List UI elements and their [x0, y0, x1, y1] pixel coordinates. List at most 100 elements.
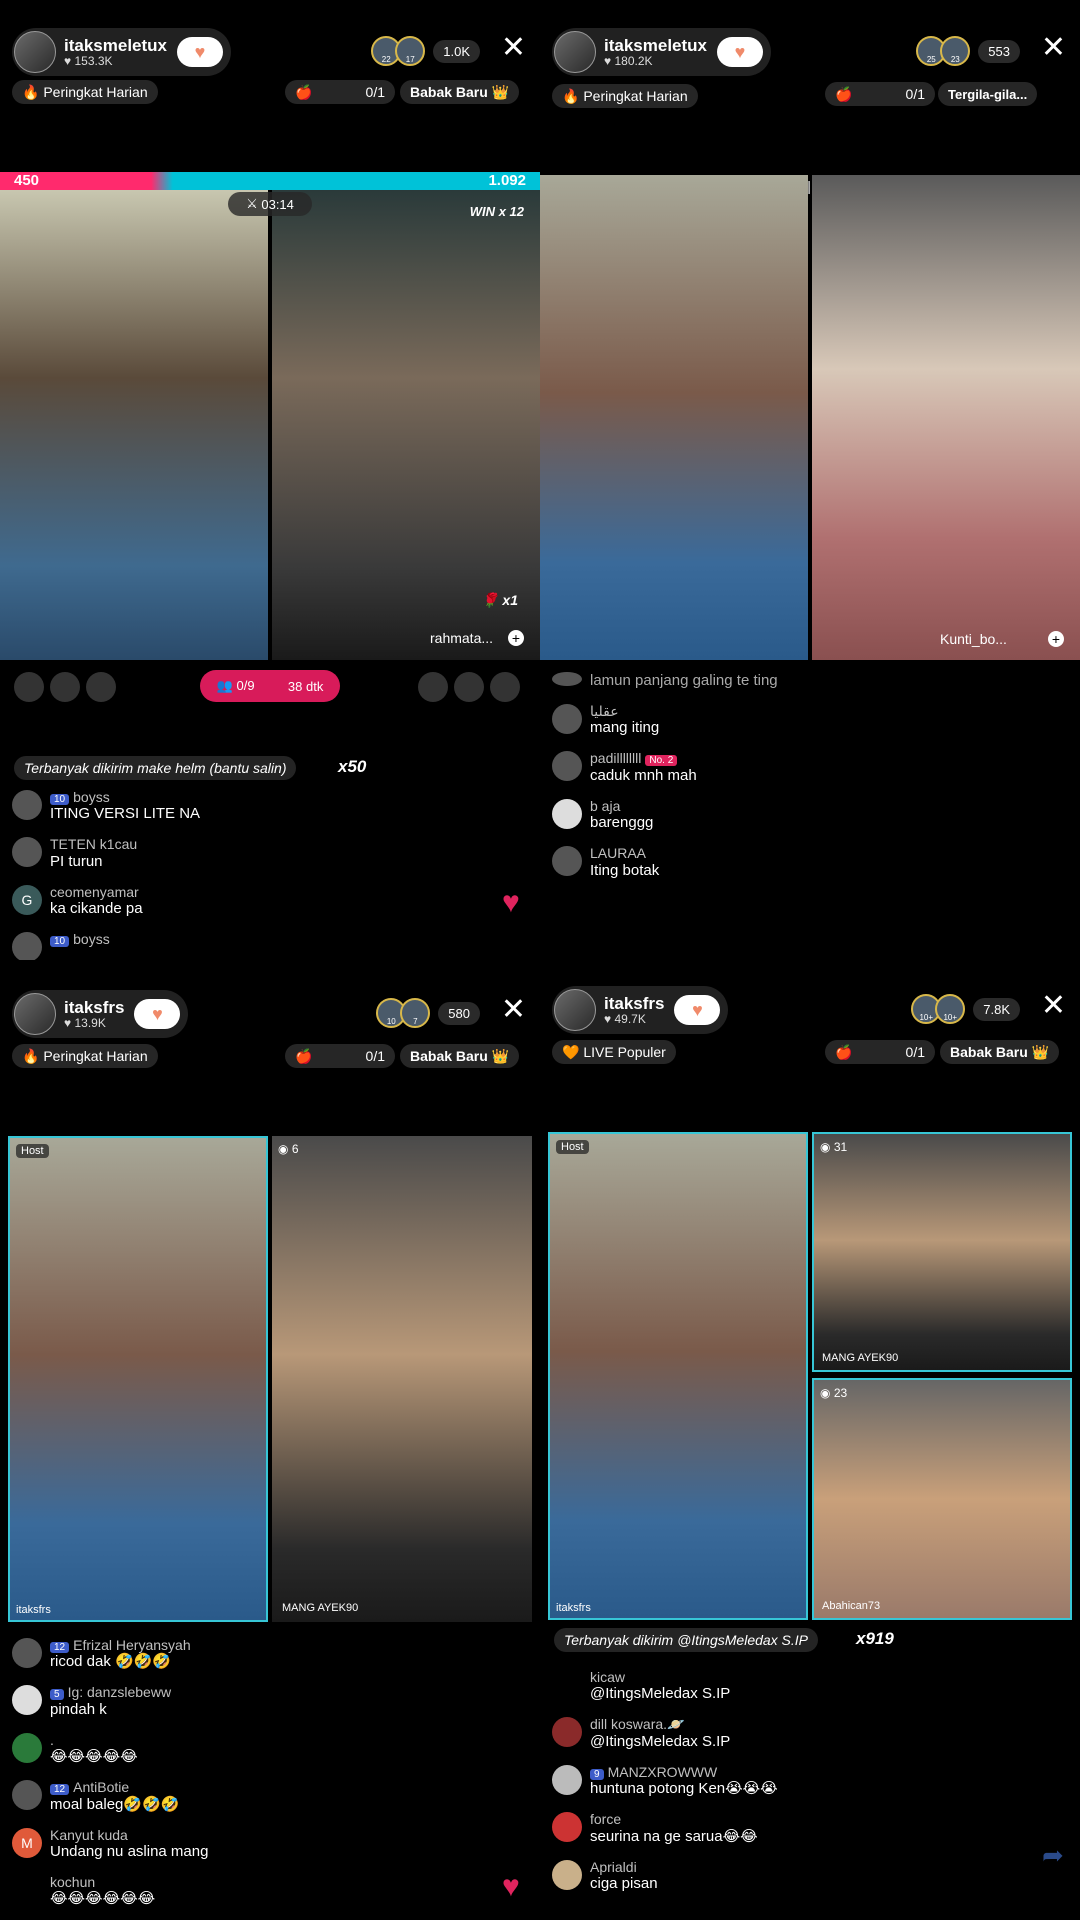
guest-video-2[interactable]: ◉ 23 Abahican73 — [812, 1378, 1072, 1620]
chat-message[interactable]: TETEN k1cau PI turun — [12, 836, 200, 870]
chat-message[interactable]: عقليا mang iting — [552, 703, 778, 737]
guests-button[interactable]: 👥 0/9 38 dtk — [200, 670, 340, 702]
plus-icon[interactable]: + — [508, 630, 524, 646]
goal-chip[interactable]: 🍎 0/1 — [285, 80, 395, 104]
guest-name[interactable]: Kunti_bo... — [940, 631, 1007, 647]
guest-video[interactable]: Kunti_bo... + — [812, 175, 1080, 660]
share-icon[interactable]: ➦ — [1042, 1840, 1064, 1871]
chat-message[interactable]: force seurina na ge sarua😂😂 — [552, 1811, 778, 1845]
top-gift-banner: Terbanyak dikirim make helm (bantu salin… — [14, 756, 297, 780]
new-round-chip[interactable]: Babak Baru 👑 — [940, 1040, 1060, 1064]
chat-message[interactable]: 12 Efrizal Heryansyah ricod dak 🤣🤣🤣 — [12, 1637, 208, 1671]
host-card[interactable]: itaksfrs ♥ 13.9K ♥ — [12, 990, 189, 1038]
chat-avatar — [12, 837, 42, 868]
chat-message[interactable]: lamun panjang galing te ting — [552, 672, 778, 690]
close-icon[interactable]: ✕ — [1041, 988, 1066, 1023]
host-card[interactable]: itaksmeletux ♥ 180.2K ♥ — [552, 28, 771, 76]
plus-icon[interactable]: + — [1048, 631, 1064, 647]
goal-chip[interactable]: 🍎 0/1 — [825, 82, 935, 106]
top-viewers[interactable]: 25 23 553 — [916, 36, 1020, 66]
score-right: 1.092 — [488, 172, 526, 189]
host-card[interactable]: itaksfrs ♥ 49.7K ♥ — [552, 986, 729, 1034]
chat-avatar — [552, 672, 582, 686]
battle-icon: ⚔ — [246, 196, 262, 211]
daily-rank-chip[interactable]: 🔥 Peringkat Harian — [552, 84, 698, 108]
new-round-chip[interactable]: Babak Baru 👑 — [400, 80, 520, 104]
battle-timer: ⚔ 03:14 — [228, 192, 312, 216]
guest-video-1[interactable]: ◉ 31 MANG AYEK90 — [812, 1132, 1072, 1372]
chat-message[interactable]: b aja barenggg — [552, 798, 778, 832]
level-badge: 12 — [50, 1642, 70, 1653]
level-badge: 12 — [50, 1784, 70, 1796]
new-round-chip[interactable]: Tergila-gila... — [938, 82, 1038, 106]
host-video[interactable]: Host itaksfrs — [548, 1132, 808, 1620]
guest-name[interactable]: rahmata... — [430, 630, 493, 646]
guest-label: MANG AYEK90 — [822, 1352, 899, 1364]
host-avatar[interactable] — [554, 989, 596, 1031]
chat-list: 12 Efrizal Heryansyah ricod dak 🤣🤣🤣 5 Ig: d… — [12, 1637, 208, 1920]
daily-rank-chip[interactable]: 🔥 Peringkat Harian — [12, 80, 158, 104]
host-video[interactable] — [0, 190, 268, 660]
guest-video[interactable]: ◉ 6 MANG AYEK90 — [272, 1136, 532, 1622]
viewer-avatar[interactable]: 17 — [395, 36, 426, 66]
host-card[interactable]: itaksmeletux ♥ 153.3K ♥ — [12, 28, 231, 76]
chat-message[interactable]: LAURAA Iting botak — [552, 845, 778, 879]
follow-button[interactable]: ♥ — [134, 999, 181, 1029]
top-viewers[interactable]: 10 7 580 — [376, 998, 480, 1028]
live-popular-chip[interactable]: 🧡 LIVE Populer — [552, 1040, 676, 1064]
follow-button[interactable]: ♥ — [177, 37, 223, 67]
heart-icon[interactable]: ♥ — [502, 886, 520, 920]
chat-message[interactable]: dill koswara.🪐 @ItingsMeledax S.IP — [552, 1716, 778, 1750]
chat-message[interactable]: Gceomenyamar ka cikande pa — [12, 884, 200, 918]
crown-icon: 👑 — [1027, 1043, 1050, 1060]
chat-message[interactable]: 10 boyss ITING VERSI LITE NA — [12, 789, 200, 823]
chat-message[interactable]: padillllllll No. 2 caduk mnh mah — [552, 751, 778, 784]
live-panel-bottom-right: itaksfrs ♥ 49.7K ♥ 10+ 10+ 7.8K ✕ 🧡 LIVE… — [540, 960, 1080, 1920]
heart-icon: ♥ — [64, 1015, 75, 1030]
close-icon[interactable]: ✕ — [1041, 30, 1066, 65]
gift-icon: 🍎 — [835, 1043, 853, 1060]
follow-button[interactable]: ♥ — [674, 995, 721, 1025]
viewer-count[interactable]: 580 — [438, 1001, 480, 1025]
level-badge: 10 — [50, 794, 70, 805]
goal-chip[interactable]: 🍎 0/1 — [825, 1040, 935, 1064]
supporters-left[interactable] — [14, 672, 116, 702]
heart-icon[interactable]: ♥ — [502, 1870, 520, 1904]
win-streak: WIN x 12 — [469, 204, 524, 219]
follow-button[interactable]: ♥ — [717, 37, 763, 67]
host-avatar[interactable] — [14, 31, 56, 73]
heart-icon: ♥ — [604, 1011, 615, 1026]
viewer-avatar[interactable]: 23 — [940, 36, 971, 66]
guest-video[interactable]: 🌹 x1 rahmata... + — [272, 190, 540, 660]
viewer-count[interactable]: 1.0K — [433, 39, 480, 63]
chat-message[interactable]: 5 Ig: danzslebeww pindah k — [12, 1685, 208, 1718]
chat-message[interactable]: . 😂😂😂😂😂 — [12, 1732, 208, 1766]
host-avatar[interactable] — [554, 31, 596, 73]
supporters-right[interactable] — [418, 672, 520, 702]
viewer-avatar[interactable]: 7 — [400, 998, 431, 1028]
chat-message[interactable]: kicaw @ItingsMeledax S.IP — [552, 1669, 778, 1703]
chat-avatar: M — [12, 1827, 42, 1858]
chat-message[interactable]: 10 boyss — [12, 931, 200, 960]
host-likes: ♥ 153.3K — [64, 53, 113, 68]
close-icon[interactable]: ✕ — [501, 30, 526, 65]
chat-message[interactable]: 12 AntiBotie moal baleg🤣🤣🤣 — [12, 1779, 208, 1813]
chat-message[interactable]: 9 MANZXROWWW huntuna potong Ken😭😭😭 — [552, 1764, 778, 1798]
top-viewers[interactable]: 22 17 1.0K — [371, 36, 480, 66]
host-video[interactable] — [540, 175, 808, 660]
daily-rank-chip[interactable]: 🔥 Peringkat Harian — [12, 1044, 158, 1068]
score-left: 450 — [14, 172, 40, 189]
host-avatar[interactable] — [14, 993, 56, 1035]
viewer-avatar[interactable]: 10+ — [935, 994, 966, 1024]
new-round-chip[interactable]: Babak Baru 👑 — [400, 1044, 520, 1068]
viewer-count[interactable]: 7.8K — [973, 997, 1020, 1021]
host-video[interactable]: Host itaksfrs — [8, 1136, 268, 1622]
close-icon[interactable]: ✕ — [501, 992, 526, 1027]
chat-message[interactable]: kochun 😂😂😂😂😂😂 — [12, 1874, 208, 1908]
guest-score: ◉ 23 — [820, 1386, 848, 1400]
viewer-count[interactable]: 553 — [978, 39, 1020, 63]
goal-chip[interactable]: 🍎 0/1 — [285, 1044, 395, 1068]
chat-message[interactable]: Aprialdi ciga pisan — [552, 1859, 778, 1893]
top-viewers[interactable]: 10+ 10+ 7.8K — [911, 994, 1020, 1024]
chat-message[interactable]: M Kanyut kuda Undang nu aslina mang — [12, 1827, 208, 1861]
